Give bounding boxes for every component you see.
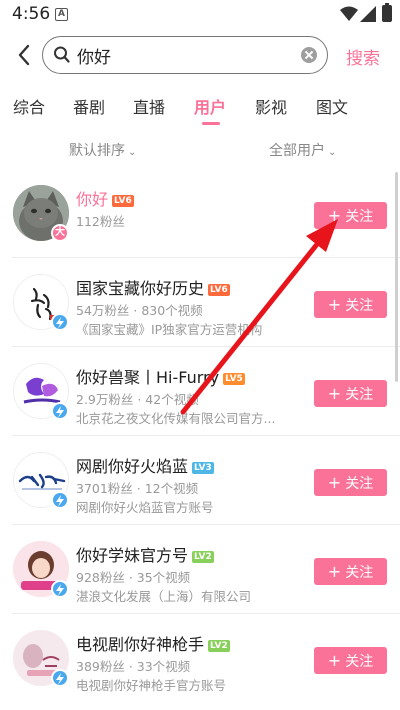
sort-filter[interactable]: 默认排序 ⌄ [69, 140, 136, 160]
plus-icon: + [327, 562, 342, 581]
user-stats: 2.9万粉丝 · 42个视频 [76, 392, 199, 407]
wifi-icon [340, 6, 358, 21]
divider [12, 524, 400, 525]
user-stats: 3701粉丝 · 12个视频 [76, 481, 199, 496]
follow-button-label: 关注 [345, 565, 374, 581]
user-name-text: 你好学妹官方号 [76, 546, 189, 565]
back-icon[interactable] [12, 40, 38, 70]
user-name[interactable]: 网剧你好火焰蓝 LV3 [76, 453, 214, 477]
user-name[interactable]: 你好学妹官方号 LV2 [76, 542, 214, 566]
level-badge: LV6 [208, 284, 230, 296]
user-name[interactable]: 电视剧你好神枪手 LV2 [76, 631, 230, 655]
search-box[interactable] [42, 36, 328, 74]
chevron-down-icon: ⌄ [128, 147, 137, 158]
tab-bangumi[interactable]: 番剧 [73, 94, 105, 118]
user-description: 电视剧你好神枪手官方账号 [76, 678, 227, 693]
user-description: 湛浪文化发展（上海）有限公司 [76, 589, 252, 604]
tab-articles[interactable]: 图文 [316, 94, 348, 118]
verified-icon [51, 313, 69, 331]
user-name-text: 电视剧你好神枪手 [76, 635, 205, 654]
user-row[interactable]: 电视剧你好神枪手 LV2 389粉丝 · 33个视频 电视剧你好神枪手官方账号 +… [0, 615, 400, 703]
divider [12, 346, 400, 347]
user-type-filter[interactable]: 全部用户 ⌄ [269, 140, 336, 160]
user-row[interactable]: 你好兽聚丨Hi-Furry LV5 2.9万粉丝 · 42个视频 北京花之夜文化传… [0, 348, 400, 436]
verified-icon [51, 491, 69, 509]
user-name[interactable]: 你好兽聚丨Hi-Furry LV5 [76, 364, 245, 388]
status-time: 4:56 [12, 4, 51, 24]
clear-icon[interactable] [301, 47, 317, 63]
search-icon [54, 46, 70, 63]
big-member-badge: 大 [51, 224, 69, 242]
status-bar: 4:56 A [0, 0, 400, 30]
tab-bar: 综合 番剧 直播 用户 影视 图文 [0, 88, 400, 128]
user-stats: 112粉丝 [76, 214, 125, 229]
search-button[interactable]: 搜索 [346, 44, 380, 69]
plus-icon: + [327, 295, 342, 314]
active-tab-indicator [202, 122, 220, 125]
user-name[interactable]: 国家宝藏你好历史 LV6 [76, 275, 230, 299]
user-row[interactable]: 网剧你好火焰蓝 LV3 3701粉丝 · 12个视频 网剧你好火焰蓝官方账号 + 关… [0, 437, 400, 525]
filter-bar: 默认排序 ⌄ 全部用户 ⌄ [0, 134, 400, 164]
divider [12, 613, 400, 614]
verified-icon [51, 580, 69, 598]
follow-button[interactable]: + 关注 [314, 469, 387, 496]
user-type-filter-label: 全部用户 [269, 143, 325, 159]
user-name-text: 国家宝藏你好历史 [76, 279, 205, 298]
search-header: 搜索 [0, 30, 400, 80]
user-row[interactable]: 国家宝藏你好历史 LV6 54万粉丝 · 830个视频 《国家宝藏》IP独家官方运… [0, 259, 400, 347]
notification-icon: A [55, 8, 68, 21]
chevron-down-icon: ⌄ [328, 147, 337, 158]
scrollbar[interactable] [395, 172, 398, 382]
user-name-text: 你好 [76, 190, 109, 209]
user-row[interactable]: 大 你好 LV6 112粉丝 + 关注 [0, 170, 400, 258]
user-description: 网剧你好火焰蓝官方账号 [76, 500, 214, 515]
follow-button-label: 关注 [345, 476, 374, 492]
user-description: 《国家宝藏》IP独家官方运营机构 [76, 322, 263, 337]
plus-icon: + [327, 651, 342, 670]
user-name[interactable]: 你好 LV6 [76, 186, 134, 210]
user-name-text: 网剧你好火焰蓝 [76, 457, 189, 476]
user-row[interactable]: 你好学妹官方号 LV2 928粉丝 · 35个视频 湛浪文化发展（上海）有限公司 … [0, 526, 400, 614]
follow-button[interactable]: + 关注 [314, 380, 387, 407]
plus-icon: + [327, 384, 342, 403]
tab-comprehensive[interactable]: 综合 [13, 94, 45, 118]
verified-icon [51, 669, 69, 687]
follow-button-label: 关注 [345, 387, 374, 403]
user-name-text: 你好兽聚丨Hi-Furry [76, 368, 220, 387]
follow-button-label: 关注 [345, 654, 374, 670]
user-description: 北京花之夜文化传媒有限公司官方... [76, 411, 276, 426]
plus-icon: + [327, 206, 342, 225]
level-badge: LV3 [192, 462, 214, 474]
level-badge: LV5 [223, 373, 245, 385]
user-stats: 54万粉丝 · 830个视频 [76, 303, 203, 318]
sort-filter-label: 默认排序 [69, 143, 125, 159]
plus-icon: + [327, 473, 342, 492]
user-stats: 928粉丝 · 35个视频 [76, 570, 191, 585]
follow-button[interactable]: + 关注 [314, 202, 387, 229]
tab-live[interactable]: 直播 [133, 94, 165, 118]
tab-film[interactable]: 影视 [255, 94, 287, 118]
tab-users[interactable]: 用户 [194, 94, 226, 118]
divider [12, 257, 400, 258]
user-stats: 389粉丝 · 33个视频 [76, 659, 191, 674]
follow-button-label: 关注 [345, 298, 374, 314]
search-input[interactable] [77, 42, 277, 68]
level-badge: LV2 [208, 640, 230, 652]
follow-button[interactable]: + 关注 [314, 291, 387, 318]
follow-button-label: 关注 [345, 209, 374, 225]
verified-icon [51, 402, 69, 420]
signal-icon [360, 6, 376, 22]
follow-button[interactable]: + 关注 [314, 647, 387, 674]
level-badge: LV2 [192, 551, 214, 563]
follow-button[interactable]: + 关注 [314, 558, 387, 585]
divider [12, 435, 400, 436]
battery-icon [382, 3, 392, 22]
level-badge: LV6 [112, 195, 134, 207]
